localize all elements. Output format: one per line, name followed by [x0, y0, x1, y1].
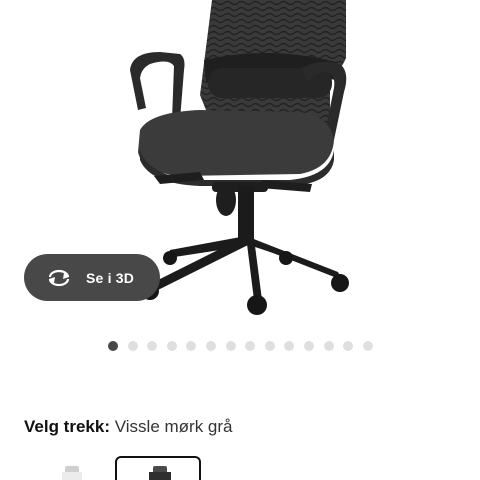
swatch-dark-grey-thumbnail-body [149, 472, 171, 480]
carousel-dot[interactable] [147, 341, 158, 351]
carousel-dot[interactable] [264, 341, 275, 351]
swatch-dark-grey[interactable] [115, 456, 201, 480]
view-3d-label: Se i 3D [86, 269, 135, 286]
cover-value: Vissle mørk grå [114, 417, 233, 436]
carousel-dot[interactable] [225, 341, 236, 351]
carousel-dot[interactable] [166, 341, 177, 351]
carousel-dot[interactable] [284, 341, 295, 351]
carousel-dot[interactable] [108, 341, 118, 351]
swatch-light-grey[interactable] [62, 466, 82, 480]
cover-swatch-list [24, 455, 480, 480]
carousel-dot[interactable] [343, 341, 354, 351]
carousel-dot[interactable] [205, 341, 216, 351]
swatch-light-grey-thumbnail-body [62, 472, 82, 480]
carousel-dot[interactable] [323, 341, 334, 351]
image-carousel-dots [108, 341, 373, 351]
carousel-dot[interactable] [245, 341, 256, 351]
cover-selection: Velg trekk: Vissle mørk grå [24, 416, 233, 438]
carousel-dot[interactable] [127, 341, 138, 351]
carousel-dot[interactable] [362, 341, 373, 351]
rotate-3d-icon [48, 269, 70, 286]
carousel-dot[interactable] [303, 341, 314, 351]
carousel-dot[interactable] [186, 341, 197, 351]
cover-label: Velg trekk: [24, 417, 110, 436]
view-3d-button[interactable]: Se i 3D [24, 254, 160, 301]
